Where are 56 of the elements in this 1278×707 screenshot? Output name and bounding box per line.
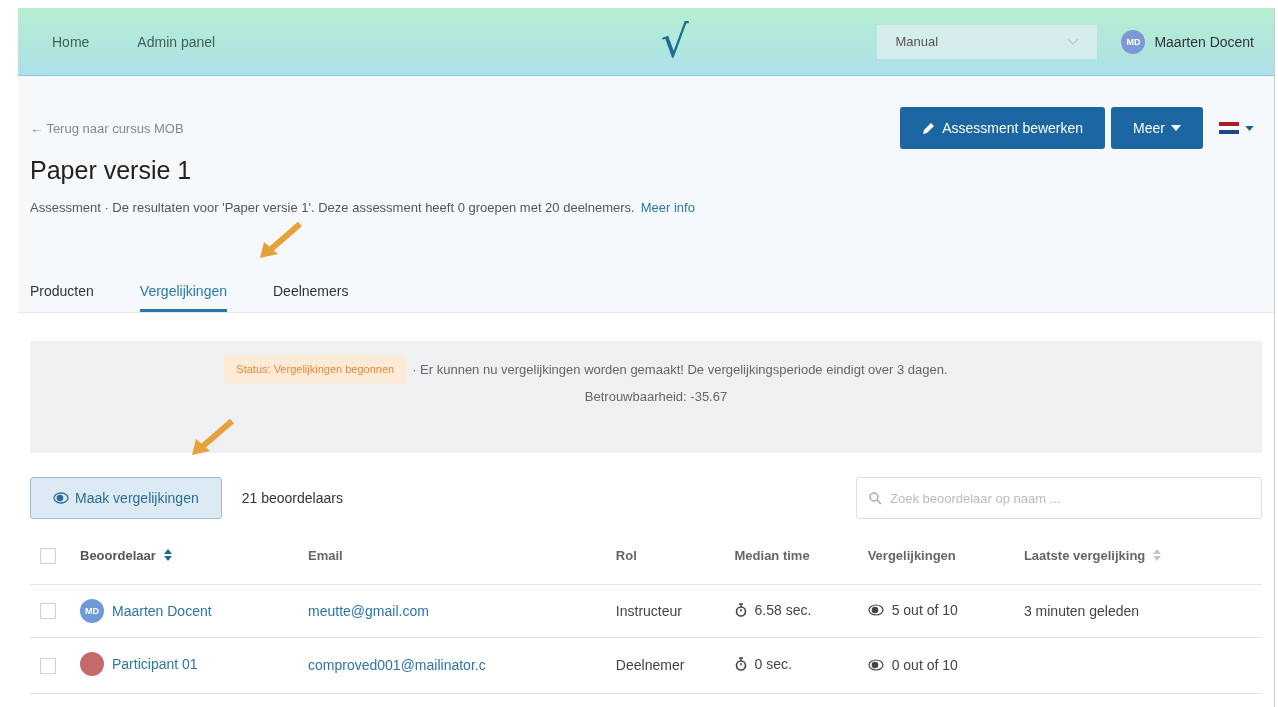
make-comparisons-button[interactable]: Maak vergelijkingen xyxy=(30,477,222,519)
status-badge: Status: Vergelijkingen begonnen xyxy=(224,355,407,383)
eye-icon xyxy=(867,658,884,671)
rater-count: 21 beoordelaars xyxy=(241,490,343,506)
checkbox[interactable] xyxy=(40,603,56,620)
eye-icon xyxy=(867,604,884,617)
last-comparison-time: 3 minuten geleden xyxy=(1023,602,1140,619)
language-dropdown[interactable] xyxy=(1219,122,1254,134)
checkbox[interactable] xyxy=(40,657,56,674)
user-name[interactable]: Maarten Docent xyxy=(1154,33,1254,50)
rater-name-link[interactable]: Participant 01 xyxy=(112,655,198,672)
user-avatar: MD xyxy=(80,598,104,623)
page-title: Paper versie 1 xyxy=(30,156,193,185)
caret-icon xyxy=(1245,125,1254,131)
sort-icon[interactable] xyxy=(163,549,172,562)
reliability-text: Betrouwbaarheid: -35.67 xyxy=(584,389,728,404)
stopwatch-icon xyxy=(734,657,747,672)
role-text: Instructeur xyxy=(615,602,682,619)
back-link[interactable]: ← Terug naar cursus MOB xyxy=(30,120,184,136)
pointer-arrow-icon xyxy=(258,222,302,260)
column-header: Median time xyxy=(734,547,810,563)
checkbox[interactable] xyxy=(40,547,56,564)
nav-link[interactable]: Admin panel xyxy=(137,33,216,50)
edit-assessment-button[interactable]: Assessment bewerken xyxy=(900,107,1106,149)
role-text: Deelnemer xyxy=(615,657,685,674)
assessment-description: Assessment · De resultaten voor 'Paper versie 1'. Deze assessment heeft 0 groepen met 20 deelnemers. xyxy=(30,200,635,215)
column-header: Email xyxy=(308,547,343,563)
column-header: Laatste vergelijking xyxy=(1023,547,1146,563)
mode-dropdown[interactable]: Manual xyxy=(877,24,1098,59)
comparison-count: 0 out of 10 xyxy=(891,656,958,673)
stopwatch-icon xyxy=(734,602,747,617)
more-dropdown-button[interactable]: Meer xyxy=(1111,107,1203,149)
eye-icon xyxy=(53,492,69,504)
search-icon xyxy=(869,492,882,505)
column-header: Beoordelaar xyxy=(80,547,156,563)
comparison-count: 5 out of 10 xyxy=(891,602,958,619)
pencil-icon xyxy=(922,121,937,135)
email-link[interactable]: meutte@gmail.com xyxy=(308,602,429,619)
tab[interactable]: Deelnemers xyxy=(273,283,349,312)
column-header: Rol xyxy=(615,547,637,563)
logo[interactable]: √ xyxy=(660,19,689,64)
chevron-down-icon xyxy=(1067,37,1080,46)
tab[interactable]: Producten xyxy=(30,283,94,312)
caret-icon xyxy=(1171,125,1181,131)
more-info-link[interactable]: Meer info xyxy=(640,200,695,215)
median-time: 6.58 sec. xyxy=(754,601,812,618)
rater-name-link[interactable]: Maarten Docent xyxy=(112,602,212,619)
median-time: 0 sec. xyxy=(754,656,792,673)
email-link[interactable]: comproved001@mailinator.c xyxy=(308,657,486,674)
flag-icon xyxy=(1219,122,1239,134)
pointer-arrow-icon xyxy=(190,419,234,457)
status-message: · Er kunnen nu vergelijkingen worden gemaakt! De vergelijkingsperiode eindigt over 3 dagen. xyxy=(412,361,948,377)
search-field[interactable]: Zoek beoordelaar op naam ... xyxy=(856,477,1262,519)
column-header: Vergelijkingen xyxy=(867,547,956,563)
nav-link[interactable]: Home xyxy=(52,33,90,50)
user-avatar[interactable]: MD xyxy=(1121,29,1146,54)
